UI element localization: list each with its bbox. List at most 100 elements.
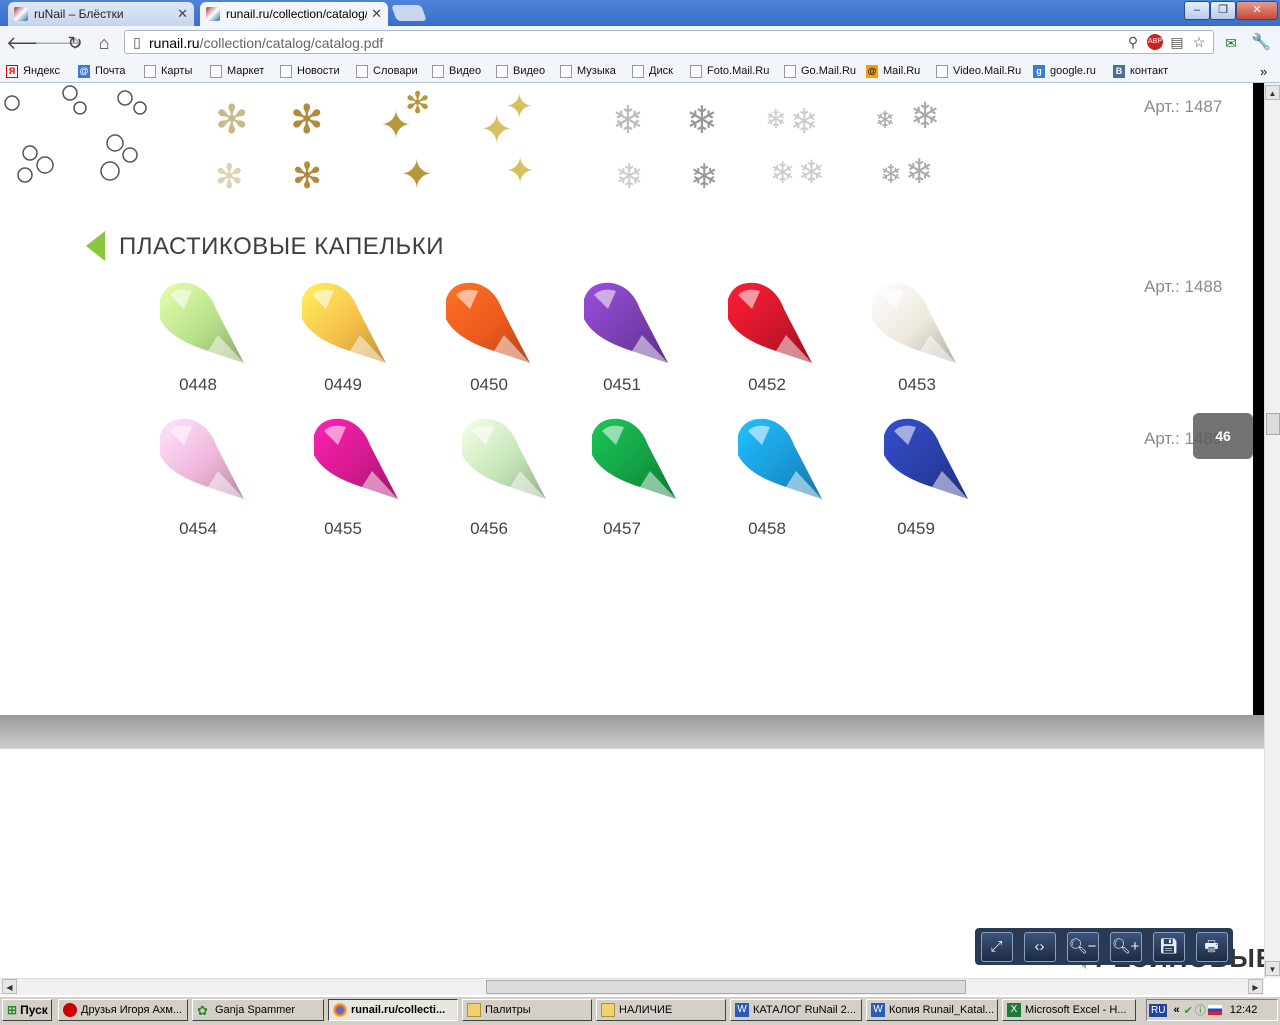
svg-text:❄: ❄ [765, 104, 787, 134]
clock[interactable]: 12:42 [1230, 1004, 1258, 1016]
start-label: Пуск [20, 1003, 48, 1017]
close-tab-icon[interactable]: ✕ [177, 6, 188, 22]
search-icon[interactable]: ⚲ [1125, 34, 1141, 50]
zoom-in-icon[interactable]: 🔍︎+ [1109, 931, 1142, 962]
drop-2-5-image [884, 418, 968, 499]
page-icon [356, 64, 368, 78]
new-tab-button[interactable] [391, 5, 427, 21]
reload-icon[interactable]: ↻ [64, 32, 86, 54]
bookmark-novosti[interactable]: Новости [280, 63, 340, 79]
task-katalog-word[interactable]: W КАТАЛОГ RuNail 2... [730, 999, 862, 1021]
drop-2-0-image [160, 418, 244, 499]
save-icon[interactable]: 💾︎ [1152, 931, 1185, 962]
url-host: runail.ru [149, 35, 200, 51]
mail-extension-icon[interactable]: ✉ [1220, 32, 1242, 54]
back-icon[interactable]: 🡐 [6, 32, 54, 54]
print-icon[interactable]: 🖶 [1195, 931, 1228, 962]
bookmark-market[interactable]: Маркет [210, 63, 264, 79]
vk-icon: B [1113, 64, 1125, 78]
extension-icon[interactable]: ▤ [1169, 34, 1185, 50]
taskbar: ⊞ Пуск Друзья Игоря Ахм... ✿ Ganja Spammer… [0, 996, 1280, 1025]
wrench-menu-icon[interactable]: 🔧 [1250, 32, 1272, 54]
bookmark-foto-mail[interactable]: Foto.Mail.Ru [690, 63, 769, 79]
mail-icon: @ [78, 64, 90, 78]
tray-expand-button[interactable]: « [1173, 1004, 1179, 1016]
bookmark-video-mail[interactable]: Video.Mail.Ru [936, 63, 1021, 79]
bookmark-go-mail[interactable]: Go.Mail.Ru [784, 63, 856, 79]
bookmark-star-icon[interactable]: ☆ [1191, 34, 1207, 50]
scroll-down-icon[interactable]: ▼ [1265, 961, 1280, 976]
task-label: runail.ru/collecti... [351, 1004, 446, 1016]
word-icon: W [735, 1003, 749, 1017]
vertical-scrollbar[interactable]: ▲ ▼ [1264, 83, 1280, 978]
bookmark-muzyka[interactable]: Музыка [560, 63, 616, 79]
russian-flag-icon[interactable] [1207, 1005, 1222, 1015]
bookmark-karty[interactable]: Карты [144, 63, 192, 79]
scroll-up-icon[interactable]: ▲ [1265, 85, 1280, 100]
svg-text:✦: ✦ [505, 150, 535, 191]
fit-width-icon[interactable]: ‹› [1023, 931, 1056, 962]
shield-icon[interactable]: ✔ [1184, 1004, 1193, 1017]
drop-code-1-5: 0453 [898, 375, 936, 394]
bookmark-kontakt[interactable]: Bконтакт [1113, 63, 1168, 79]
horizontal-scrollbar[interactable]: ◀ ▶ [0, 978, 1264, 995]
zoom-out-icon[interactable]: 🔍︎− [1066, 931, 1099, 962]
drop-code-1-1: 0449 [324, 375, 362, 394]
task-ganja-spammer[interactable]: ✿ Ganja Spammer [192, 999, 324, 1021]
bookmark-disk[interactable]: Диск [632, 63, 673, 79]
drop-1-3-image [584, 282, 668, 363]
bookmark-pochta[interactable]: @ Почта [78, 63, 126, 79]
fit-page-icon[interactable]: ⤢ [980, 931, 1013, 962]
task-chrome[interactable]: runail.ru/collecti... [328, 999, 458, 1021]
address-bar[interactable]: ▯ runail.ru/collection/catalog/catalog.p… [124, 30, 1214, 54]
task-nalichie[interactable]: НАЛИЧИЕ [596, 999, 726, 1021]
language-indicator[interactable]: RU [1149, 1003, 1168, 1017]
pdf-toolbar: ⤢ ‹› 🔍︎− 🔍︎+ 💾︎ 🖶 [975, 928, 1233, 965]
bookmark-video-2[interactable]: Видео [496, 63, 545, 79]
info-icon[interactable]: ⓘ [1195, 1002, 1206, 1018]
bookmark-yandex[interactable]: Я Яндекс [6, 63, 60, 79]
page-icon [784, 64, 796, 78]
bookmark-video-1[interactable]: Видео [432, 63, 481, 79]
tab-runail-blestki[interactable]: ruNail – Блёстки ✕ [8, 2, 194, 26]
bookmark-slovari[interactable]: Словари [356, 63, 418, 79]
task-excel[interactable]: X Microsoft Excel - H... [1002, 999, 1136, 1021]
bookmarks-overflow-button[interactable]: » [1260, 63, 1267, 79]
svg-text:❄: ❄ [875, 107, 895, 134]
scroll-left-icon[interactable]: ◀ [2, 979, 17, 994]
restore-button[interactable]: ❐ [1210, 1, 1236, 20]
bookmark-mail-ru[interactable]: @ Mail.Ru [866, 63, 920, 79]
scroll-right-icon[interactable]: ▶ [1248, 979, 1263, 994]
bookmark-label: Карты [161, 65, 193, 77]
svg-text:✦: ✦ [400, 153, 434, 195]
tab-title: ruNail – Блёстки [34, 7, 124, 21]
drop-2-4-image [738, 418, 822, 499]
bookmark-label: Mail.Ru [883, 65, 921, 77]
task-kopiya-word[interactable]: W Копия Runail_Katal... [866, 999, 998, 1021]
bookmark-google[interactable]: g google.ru [1033, 63, 1096, 79]
task-opera[interactable]: Друзья Игоря Ахм... [58, 999, 188, 1021]
tab-strip: ruNail – Блёстки ✕ runail.ru/collection/… [0, 0, 1280, 26]
task-label: Копия Runail_Katal... [889, 1004, 995, 1016]
vertical-scroll-thumb[interactable] [1266, 413, 1280, 435]
drop-code-1-4: 0452 [748, 375, 786, 394]
adblock-icon[interactable]: ABP [1147, 34, 1163, 50]
task-palitry[interactable]: Палитры [462, 999, 592, 1021]
bookmark-label: Видео [449, 65, 482, 77]
svg-text:❄: ❄ [615, 158, 644, 195]
start-button[interactable]: ⊞ Пуск [2, 999, 52, 1021]
page-edge [1253, 83, 1264, 715]
page-icon [496, 64, 508, 78]
forward-icon[interactable]: 🡒 [34, 32, 82, 54]
home-icon[interactable]: ⌂ [93, 32, 115, 54]
svg-text:❄: ❄ [905, 153, 934, 191]
close-window-button[interactable]: ✕ [1236, 1, 1278, 20]
tab-catalog-pdf[interactable]: runail.ru/collection/catalog/c ✕ [200, 2, 388, 26]
article-number-1487: Арт.: 1487 [1144, 97, 1223, 116]
bookmark-label: Маркет [227, 65, 265, 77]
horizontal-scroll-thumb[interactable] [486, 980, 966, 994]
close-tab-icon[interactable]: ✕ [371, 6, 382, 22]
svg-text:✦: ✦ [505, 88, 534, 126]
bookmark-label: Почта [95, 65, 126, 77]
minimize-button[interactable]: – [1184, 1, 1210, 20]
